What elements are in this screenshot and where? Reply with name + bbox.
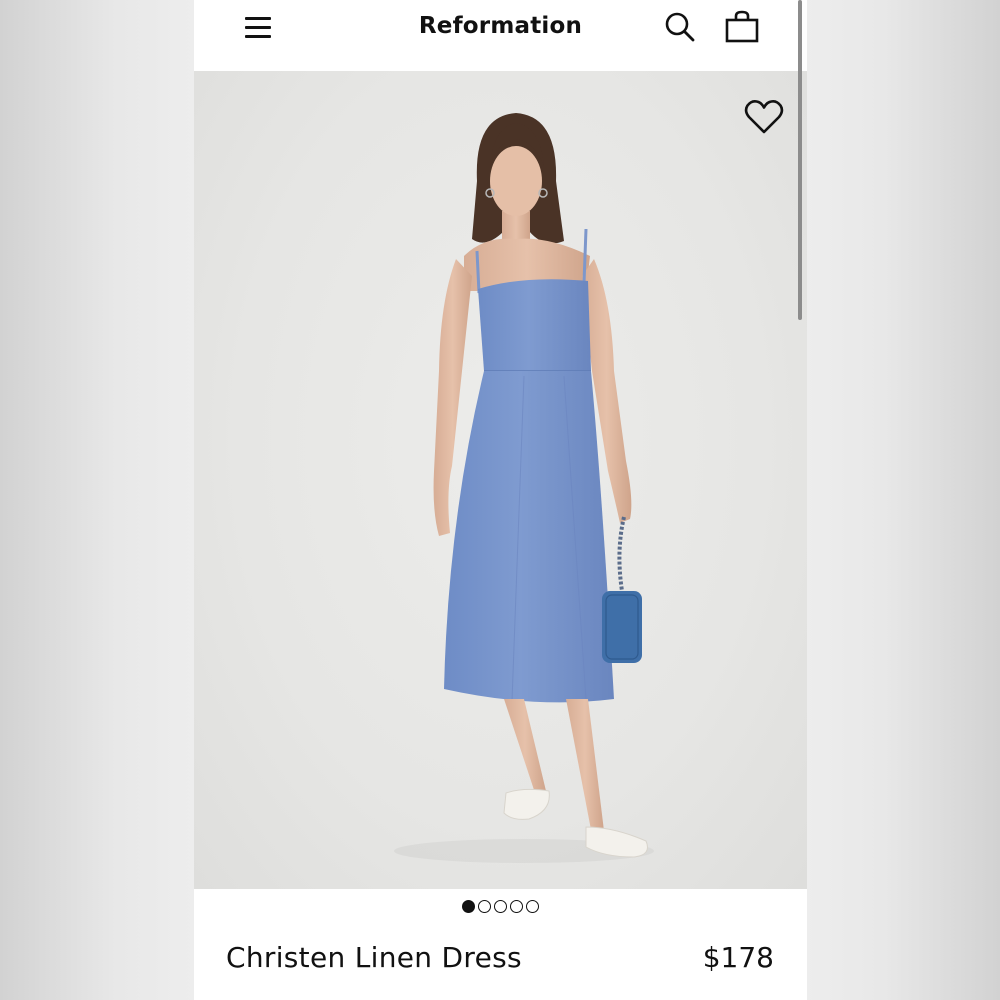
top-nav-bar: Reformation (194, 0, 807, 71)
mobile-screen: Reformation Christen Linen Dress $178 (194, 0, 807, 1000)
carousel-dot-5[interactable] (526, 900, 539, 913)
product-image[interactable] (194, 71, 807, 889)
scrollbar[interactable] (797, 0, 803, 320)
carousel-dot-1[interactable] (462, 900, 475, 913)
carousel-pagination (194, 900, 807, 916)
left-backdrop (0, 0, 194, 1000)
carousel-dot-2[interactable] (478, 900, 491, 913)
brand-logo: Reformation (194, 13, 807, 39)
right-backdrop (806, 0, 1000, 1000)
carousel-dot-3[interactable] (494, 900, 507, 913)
shopping-bag-icon[interactable] (724, 9, 760, 45)
product-price: $178 (702, 941, 774, 974)
favorite-heart-icon[interactable] (744, 99, 784, 135)
scrollbar-thumb[interactable] (798, 0, 802, 320)
search-icon[interactable] (663, 10, 697, 44)
carousel-dot-4[interactable] (510, 900, 523, 913)
model-illustration (394, 113, 654, 863)
product-title: Christen Linen Dress (226, 941, 522, 974)
brand-name[interactable]: Reformation (419, 13, 582, 39)
